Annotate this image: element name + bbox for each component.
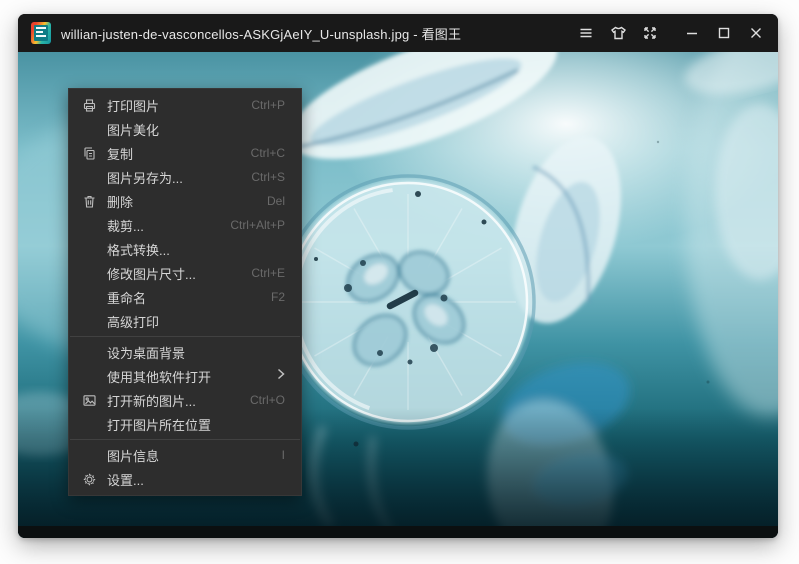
menu-item-shortcut: Del <box>267 194 285 208</box>
menu-item-label: 高级打印 <box>107 312 273 331</box>
menu-item-label: 裁剪... <box>107 216 218 235</box>
menu-item-shortcut: Ctrl+P <box>251 98 285 112</box>
menu-icon[interactable] <box>570 18 602 48</box>
menu-item-label: 修改图片尺寸... <box>107 264 239 283</box>
trash-icon <box>81 193 97 209</box>
menu-item-delete[interactable]: 删除 Del <box>69 189 301 213</box>
menu-item-open-with[interactable]: 使用其他软件打开 <box>69 364 301 388</box>
menu-item-copy[interactable]: 复制 Ctrl+C <box>69 141 301 165</box>
menu-item-rename[interactable]: 重命名 F2 <box>69 285 301 309</box>
menu-item-shortcut: Ctrl+Alt+P <box>230 218 285 232</box>
menu-separator <box>70 439 300 440</box>
context-menu: 打印图片 Ctrl+P 图片美化 复制 Ctrl+C 图片另存为... Ctrl… <box>68 88 302 496</box>
menu-item-label: 设为桌面背景 <box>107 343 273 362</box>
menu-item-label: 打开新的图片... <box>107 391 238 410</box>
menu-item-label: 打开图片所在位置 <box>107 415 273 434</box>
titlebar[interactable]: willian-justen-de-vasconcellos-ASKGjAeIY… <box>18 14 778 52</box>
menu-item-label: 图片另存为... <box>107 168 239 187</box>
menu-item-label: 打印图片 <box>107 96 239 115</box>
menu-item-shortcut: F2 <box>271 290 285 304</box>
image-icon <box>81 392 97 408</box>
app-window: willian-justen-de-vasconcellos-ASKGjAeIY… <box>18 14 778 538</box>
menu-item-shortcut: Ctrl+S <box>251 170 285 184</box>
desktop-stage: willian-justen-de-vasconcellos-ASKGjAeIY… <box>0 0 799 564</box>
app-logo-icon[interactable] <box>31 22 51 44</box>
skin-icon[interactable] <box>602 18 634 48</box>
menu-item-label: 设置... <box>107 470 273 489</box>
menu-item-shortcut: I <box>282 448 285 462</box>
menu-item-open-file-location[interactable]: 打开图片所在位置 <box>69 412 301 436</box>
menu-item-label: 格式转换... <box>107 240 273 259</box>
menu-item-format-convert[interactable]: 格式转换... <box>69 237 301 261</box>
menu-item-set-wallpaper[interactable]: 设为桌面背景 <box>69 340 301 364</box>
submenu-arrow-icon <box>277 367 285 385</box>
menu-item-label: 图片美化 <box>107 120 273 139</box>
menu-separator <box>70 336 300 337</box>
gear-icon <box>81 471 97 487</box>
menu-item-advanced-print[interactable]: 高级打印 <box>69 309 301 333</box>
menu-item-label: 重命名 <box>107 288 259 307</box>
menu-item-shortcut: Ctrl+C <box>251 146 285 160</box>
menu-item-label: 删除 <box>107 192 255 211</box>
menu-item-shortcut: Ctrl+O <box>250 393 285 407</box>
menu-item-label: 使用其他软件打开 <box>107 367 253 386</box>
menu-item-shortcut: Ctrl+E <box>251 266 285 280</box>
menu-item-image-info[interactable]: 图片信息 I <box>69 443 301 467</box>
menu-item-print-image[interactable]: 打印图片 Ctrl+P <box>69 93 301 117</box>
menu-item-settings[interactable]: 设置... <box>69 467 301 491</box>
window-title: willian-justen-de-vasconcellos-ASKGjAeIY… <box>61 24 570 43</box>
maximize-icon[interactable] <box>708 18 740 48</box>
printer-icon <box>81 97 97 113</box>
minimize-icon[interactable] <box>676 18 708 48</box>
fullscreen-icon[interactable] <box>634 18 666 48</box>
copy-icon <box>81 145 97 161</box>
menu-item-resize-image[interactable]: 修改图片尺寸... Ctrl+E <box>69 261 301 285</box>
menu-item-beautify-image[interactable]: 图片美化 <box>69 117 301 141</box>
close-icon[interactable] <box>740 18 772 48</box>
menu-item-open-new-image[interactable]: 打开新的图片... Ctrl+O <box>69 388 301 412</box>
menu-item-save-image-as[interactable]: 图片另存为... Ctrl+S <box>69 165 301 189</box>
menu-item-label: 图片信息 <box>107 446 270 465</box>
menu-item-label: 复制 <box>107 144 239 163</box>
menu-item-crop[interactable]: 裁剪... Ctrl+Alt+P <box>69 213 301 237</box>
